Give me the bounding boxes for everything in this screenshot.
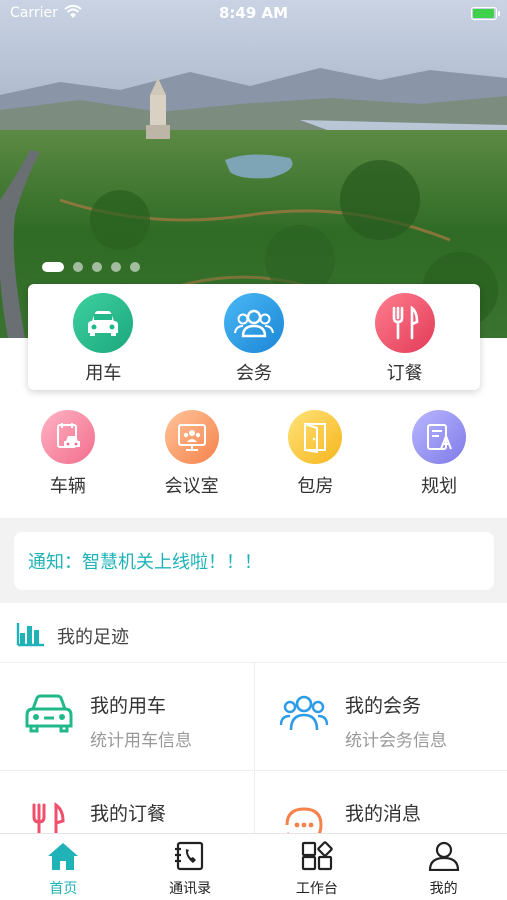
tab-profile-label: 我的 (429, 881, 458, 897)
service-dining-label: 订餐 (386, 363, 423, 384)
car-outline-icon (24, 693, 74, 737)
battery-icon (471, 7, 500, 20)
carousel-dot[interactable] (92, 262, 102, 272)
my-meeting-subtitle: 统计会务信息 (345, 731, 447, 751)
sub-service-plan-button[interactable]: 规划 (389, 410, 489, 510)
sub-service-vehicle-label: 车辆 (49, 476, 86, 497)
carousel-indicator[interactable] (42, 262, 140, 272)
my-message-title: 我的消息 (345, 803, 422, 825)
status-bar: Carrier 8:49 AM (0, 0, 507, 28)
service-car-label: 用车 (85, 363, 122, 384)
sub-service-meeting-room-label: 会议室 (164, 476, 219, 497)
tab-home[interactable]: 首页 (0, 834, 127, 900)
main-services-card: 用车 会务 订餐 (28, 284, 480, 390)
home-icon (46, 841, 80, 875)
carousel-dot[interactable] (73, 262, 83, 272)
footprint-title: 我的足迹 (57, 627, 129, 648)
carousel-dot[interactable] (111, 262, 121, 272)
my-meeting-title: 我的会务 (345, 695, 422, 717)
contacts-icon (173, 841, 207, 875)
sub-service-private-room-label: 包房 (297, 476, 334, 497)
service-dining-button[interactable]: 订餐 (329, 284, 480, 390)
service-meeting-label: 会务 (236, 363, 272, 384)
sub-service-private-room-button[interactable]: 包房 (265, 410, 365, 510)
service-car-button[interactable]: 用车 (28, 284, 179, 390)
carousel-dot[interactable] (42, 262, 64, 272)
sub-services-row: 车辆 会议室 包房 规划 (0, 410, 507, 510)
car-icon (73, 293, 134, 353)
notice-text: 通知：智慧机关上线啦！！！ (28, 552, 262, 573)
tab-contacts[interactable]: 通讯录 (127, 834, 254, 900)
vehicle-icon (40, 410, 95, 464)
my-meeting-records[interactable]: 我的会务 统计会务信息 (254, 663, 507, 771)
tab-workbench[interactable]: 工作台 (254, 834, 381, 900)
sub-service-meeting-room-button[interactable]: 会议室 (142, 410, 242, 510)
my-car-title: 我的用车 (90, 695, 167, 717)
service-meeting-button[interactable]: 会务 (179, 284, 330, 390)
plan-icon (412, 410, 467, 464)
workbench-icon (300, 841, 334, 875)
bottom-tab-bar: 首页 通讯录 工作台 我的 (0, 833, 507, 900)
bar-chart-icon (16, 621, 46, 651)
my-car-records[interactable]: 我的用车 统计用车信息 (0, 663, 253, 771)
profile-icon (427, 841, 461, 875)
people-icon (224, 293, 284, 353)
footprint-header: 我的足迹 (0, 603, 507, 663)
utensils-icon (374, 293, 435, 353)
meeting-room-icon (164, 410, 219, 464)
door-icon (288, 410, 343, 464)
tab-home-label: 首页 (49, 881, 78, 897)
my-car-subtitle: 统计用车信息 (90, 731, 192, 751)
people-outline-icon (279, 693, 329, 737)
sub-service-plan-label: 规划 (421, 476, 458, 497)
records-grid: 我的用车 统计用车信息 我的会务 统计会务信息 我的订餐 我的消息 (0, 663, 507, 879)
sub-service-vehicle-button[interactable]: 车辆 (18, 410, 118, 510)
my-dining-title: 我的订餐 (90, 803, 167, 825)
notice-banner[interactable]: 通知：智慧机关上线啦！！！ (14, 532, 494, 590)
clock: 8:49 AM (218, 4, 289, 22)
tab-workbench-label: 工作台 (295, 881, 338, 897)
tab-contacts-label: 通讯录 (169, 881, 212, 897)
carousel-dot[interactable] (130, 262, 140, 272)
tab-profile[interactable]: 我的 (380, 834, 507, 900)
